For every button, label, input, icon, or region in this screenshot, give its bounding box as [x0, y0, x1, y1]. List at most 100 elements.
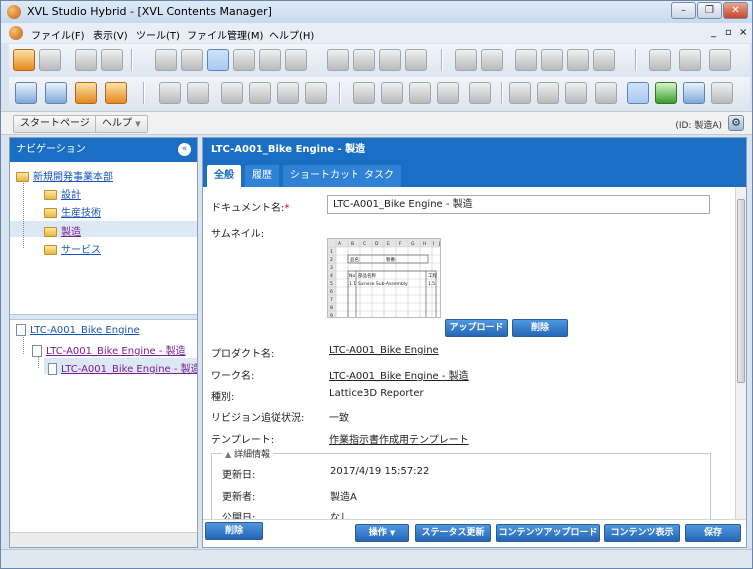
- part-rotate-icon[interactable]: [353, 49, 375, 71]
- cube-front-icon[interactable]: [249, 82, 271, 104]
- rotate-icon[interactable]: [285, 49, 307, 71]
- delete-button[interactable]: 削除: [205, 522, 263, 540]
- doc4-icon[interactable]: [437, 82, 459, 104]
- layout-icon[interactable]: [567, 49, 589, 71]
- grid2-icon[interactable]: [537, 82, 559, 104]
- menu-help[interactable]: ヘルプ(H): [269, 27, 314, 42]
- vertical-scrollbar[interactable]: [735, 187, 746, 519]
- template-link[interactable]: 作業指示書作成用テンプレート: [329, 431, 469, 446]
- cylinder-gray3-icon[interactable]: [709, 49, 731, 71]
- align-icon[interactable]: [593, 49, 615, 71]
- close-button[interactable]: ✕: [723, 2, 748, 19]
- cube-top-icon[interactable]: [305, 82, 327, 104]
- details-legend[interactable]: ▲ 詳細情報: [222, 447, 274, 460]
- product-tree-item[interactable]: LTC-A001_Bike Engine: [16, 324, 140, 336]
- cylinder-gray-icon[interactable]: [649, 49, 671, 71]
- folder-label[interactable]: 新規開発事業本部: [33, 172, 113, 183]
- work-name-link[interactable]: LTC-A001_Bike Engine - 製造: [329, 367, 469, 382]
- start-page-button[interactable]: スタートページ: [13, 115, 97, 133]
- folder-tree-item[interactable]: 生産技術: [44, 204, 101, 219]
- move-icon[interactable]: [181, 49, 203, 71]
- menu-file-management[interactable]: ファイル管理(M): [187, 27, 263, 42]
- folder-label[interactable]: 設計: [61, 190, 81, 201]
- back-icon[interactable]: [683, 82, 705, 104]
- pan-icon[interactable]: [207, 49, 229, 71]
- sphere-icon[interactable]: [455, 49, 477, 71]
- globe-icon[interactable]: [627, 82, 649, 104]
- panel-icon[interactable]: [15, 82, 37, 104]
- folder-tree-item[interactable]: サービス: [44, 241, 101, 256]
- mdi-close-button[interactable]: ×: [739, 27, 747, 38]
- grid-icon[interactable]: [509, 82, 531, 104]
- gear-icon[interactable]: ⚙: [728, 115, 744, 131]
- folder-tree-item[interactable]: 製造: [44, 223, 81, 238]
- zoom-box-icon[interactable]: [259, 49, 281, 71]
- collapse-icon[interactable]: «: [178, 143, 191, 156]
- folder-label[interactable]: 製造: [61, 227, 81, 238]
- scrollbar-thumb[interactable]: [737, 199, 745, 383]
- open-folder-icon[interactable]: [13, 49, 35, 71]
- tab-history[interactable]: 履歴: [245, 165, 279, 187]
- cursor-icon[interactable]: [159, 82, 181, 104]
- forward-icon[interactable]: [711, 82, 733, 104]
- redo-icon[interactable]: [101, 49, 123, 71]
- upload-thumbnail-button[interactable]: アップロード: [445, 319, 508, 337]
- dropdown-icon[interactable]: [105, 82, 127, 104]
- work-label[interactable]: LTC-A001_Bike Engine - 製造: [46, 346, 186, 357]
- document-label[interactable]: LTC-A001_Bike Engine - 製造: [61, 364, 197, 375]
- tree-icon[interactable]: [75, 82, 97, 104]
- menu-file[interactable]: ファイル(F): [31, 27, 85, 42]
- fit-icon[interactable]: [187, 82, 209, 104]
- cylinder-gray2-icon[interactable]: [679, 49, 701, 71]
- minimize-button[interactable]: –: [671, 2, 696, 19]
- save-button[interactable]: 保存: [685, 524, 741, 542]
- mdi-restore-button[interactable]: ▫: [725, 27, 732, 38]
- pane-splitter[interactable]: [10, 314, 197, 320]
- doc-name-input[interactable]: LTC-A001_Bike Engine - 製造: [327, 195, 710, 214]
- copy-icon[interactable]: [515, 49, 537, 71]
- work-tree-item[interactable]: LTC-A001_Bike Engine - 製造: [32, 342, 186, 357]
- menu-view[interactable]: 表示(V): [93, 27, 128, 42]
- delete-thumbnail-button[interactable]: 削除: [512, 319, 568, 337]
- doc3-icon[interactable]: [409, 82, 431, 104]
- folder-tree-item[interactable]: 新規開発事業本部: [16, 168, 113, 183]
- status-update-button[interactable]: ステータス更新: [415, 524, 491, 542]
- product-label[interactable]: LTC-A001_Bike Engine: [30, 325, 140, 336]
- folder-label[interactable]: サービス: [61, 245, 101, 256]
- doc2-icon[interactable]: [381, 82, 403, 104]
- product-name-link[interactable]: LTC-A001_Bike Engine: [329, 345, 439, 356]
- tab-shortcut[interactable]: ショートカット: [283, 165, 367, 187]
- sync-icon[interactable]: [655, 82, 677, 104]
- refresh-doc-icon[interactable]: [469, 82, 491, 104]
- tool-icon[interactable]: [405, 49, 427, 71]
- arrange-icon[interactable]: [541, 49, 563, 71]
- save-icon[interactable]: [39, 49, 61, 71]
- grid3-icon[interactable]: [565, 82, 587, 104]
- restore-button[interactable]: ❐: [697, 2, 722, 19]
- tab-general[interactable]: 全般: [207, 165, 241, 187]
- menu-tools[interactable]: ツール(T): [136, 27, 180, 42]
- document-tree-item[interactable]: LTC-A001_Bike Engine - 製造: [48, 360, 197, 375]
- horizontal-scrollbar[interactable]: [10, 532, 197, 547]
- folder-tree-item[interactable]: 設計: [44, 186, 81, 201]
- pointer-icon[interactable]: [155, 49, 177, 71]
- image-icon[interactable]: [45, 82, 67, 104]
- content-upload-button[interactable]: コンテンツアップロード: [496, 524, 600, 542]
- mdi-minimize-button[interactable]: _: [711, 27, 716, 38]
- undo-icon[interactable]: [75, 49, 97, 71]
- folder-label[interactable]: 生産技術: [61, 208, 101, 219]
- type-label: 種別:: [211, 392, 235, 403]
- cube-side-icon[interactable]: [277, 82, 299, 104]
- zoom-icon[interactable]: [233, 49, 255, 71]
- box-icon[interactable]: [221, 82, 243, 104]
- info-icon[interactable]: [595, 82, 617, 104]
- content-view-button[interactable]: コンテンツ表示: [604, 524, 680, 542]
- operation-dropdown[interactable]: 操作 ▼: [355, 524, 409, 542]
- doc-icon[interactable]: [353, 82, 375, 104]
- explode-icon[interactable]: [379, 49, 401, 71]
- cylinder-icon[interactable]: [481, 49, 503, 71]
- tab-task[interactable]: タスク: [357, 165, 401, 187]
- mdi-app-icon[interactable]: [9, 26, 23, 40]
- part-move-icon[interactable]: [327, 49, 349, 71]
- help-dropdown[interactable]: ヘルプ ▼: [95, 115, 148, 133]
